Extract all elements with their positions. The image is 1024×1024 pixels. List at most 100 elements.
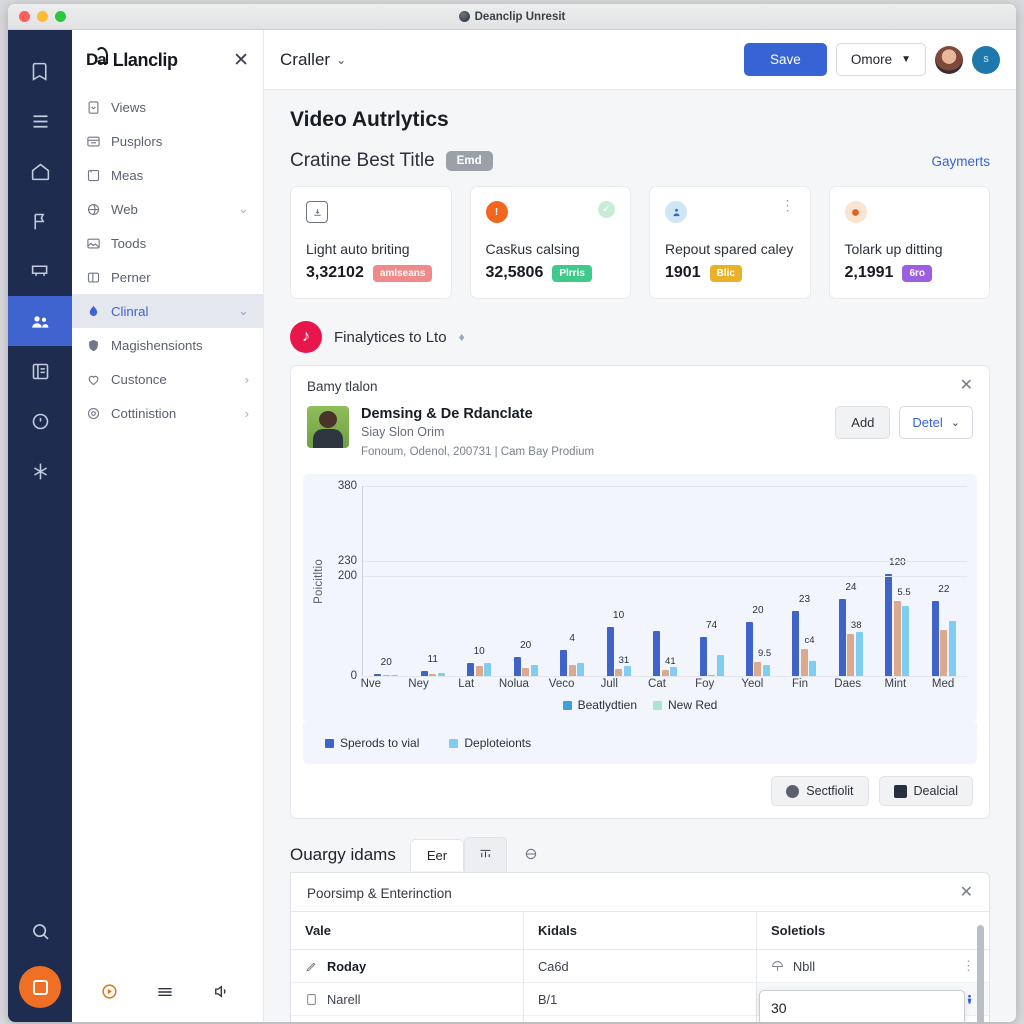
sectfiolit-button[interactable]: Sectfiolit: [771, 776, 869, 806]
chart-cluster[interactable]: 10: [456, 486, 502, 676]
add-button[interactable]: Add: [835, 406, 891, 439]
rail-item-cart[interactable]: [8, 246, 72, 296]
chart-cluster[interactable]: 74: [688, 486, 734, 676]
tab-eer[interactable]: Eer: [409, 838, 465, 871]
chevron-down-icon[interactable]: ⌄: [238, 201, 249, 217]
stat-card[interactable]: Light auto briting 3,32102 amlseans: [290, 186, 452, 299]
sidebar-item-views[interactable]: Views: [72, 90, 263, 124]
breadcrumb[interactable]: Craller ⌄: [280, 50, 346, 70]
kebab-menu-icon[interactable]: ⋮: [781, 198, 795, 213]
chart-bar[interactable]: [745, 622, 753, 676]
table-row[interactable]: Cancloedirt: [291, 1016, 523, 1022]
quantity-input[interactable]: 30: [759, 990, 965, 1022]
chart-bar[interactable]: [577, 663, 585, 676]
chart-bar[interactable]: [838, 598, 846, 676]
chart-bar[interactable]: [716, 655, 724, 676]
tab-globe[interactable]: [507, 838, 555, 872]
chart-bar[interactable]: [670, 667, 678, 676]
sidebar-item-meas[interactable]: Meas: [72, 158, 263, 192]
chevron-down-icon[interactable]: ⌄: [238, 303, 249, 319]
stat-card[interactable]: ! ✓ Cask̄us calsing 32,5806 Plrris: [469, 186, 631, 299]
table-row[interactable]: Ca6d: [524, 950, 756, 983]
sidebar-item-pusplors[interactable]: Pusplors: [72, 124, 263, 158]
page-scroll[interactable]: Video Autrlytics Cratine Best Title Emd …: [264, 90, 1016, 1022]
sidebar-item-web[interactable]: Web ⌄: [72, 192, 263, 226]
rail-item-list[interactable]: [8, 96, 72, 146]
more-dropdown-button[interactable]: Omore ▼: [835, 43, 926, 76]
chart-bar[interactable]: [606, 627, 614, 676]
table-row[interactable]: Narell: [291, 983, 523, 1016]
chart-bar[interactable]: [762, 665, 770, 676]
chart-bar[interactable]: [885, 573, 893, 676]
search-icon[interactable]: [8, 906, 72, 956]
chart-bar[interactable]: [948, 621, 956, 676]
gaymerts-link[interactable]: Gaymerts: [931, 154, 990, 169]
rail-item-clock[interactable]: [8, 396, 72, 446]
chart-bar[interactable]: [931, 601, 939, 676]
chart-bar[interactable]: [530, 665, 538, 676]
dealcial-button[interactable]: Dealcial: [878, 776, 973, 806]
chart-cluster[interactable]: 41: [642, 486, 688, 676]
table-row[interactable]: B/1: [524, 983, 756, 1016]
menu-lines-icon[interactable]: [155, 982, 175, 1005]
chart-cluster[interactable]: 20: [363, 486, 409, 676]
chart-bar[interactable]: [484, 662, 492, 676]
volume-icon[interactable]: [211, 982, 230, 1004]
close-icon[interactable]: ✕: [960, 885, 973, 901]
rail-item-flag[interactable]: [8, 196, 72, 246]
stat-card[interactable]: Tolark up ditting 2,1991 6ro: [828, 186, 990, 299]
table-row[interactable]: Roday: [291, 950, 523, 983]
sidebar-item-custonce[interactable]: Custonce ›: [72, 362, 263, 396]
rail-item-people[interactable]: [8, 296, 72, 346]
chart-bar[interactable]: [623, 666, 631, 676]
chart-bar[interactable]: [560, 650, 568, 676]
chart-legend-item[interactable]: New Red: [653, 698, 717, 712]
chart-cluster[interactable]: 20: [502, 486, 548, 676]
sidebar-item-cottinistion[interactable]: Cottinistion ›: [72, 396, 263, 430]
avatar[interactable]: [935, 45, 963, 74]
chart-bar[interactable]: [522, 668, 530, 676]
play-ring-icon[interactable]: [100, 982, 119, 1004]
chevron-right-icon[interactable]: ›: [245, 406, 249, 421]
table-scrollbar[interactable]: [977, 925, 984, 1022]
sidebar-item-magishensionts[interactable]: Magishensionts: [72, 328, 263, 362]
chart-bar[interactable]: [792, 611, 800, 676]
rail-item-book[interactable]: [8, 46, 72, 96]
chart-bar[interactable]: [754, 662, 762, 676]
chart-cluster[interactable]: 10 31: [595, 486, 641, 676]
table-row[interactable]: Funtinttors: [524, 1016, 756, 1022]
chart-cluster[interactable]: 22: [921, 486, 967, 676]
sidebar-item-toods[interactable]: Toods: [72, 226, 263, 260]
chart-bar[interactable]: [615, 669, 623, 676]
chart-bar[interactable]: [568, 665, 576, 676]
chart-cluster[interactable]: 4: [549, 486, 595, 676]
chart-bar[interactable]: [699, 637, 707, 676]
rail-item-tools[interactable]: [8, 446, 72, 496]
chart-bar[interactable]: [467, 662, 475, 676]
rail-item-home[interactable]: [8, 146, 72, 196]
table-row[interactable]: Nbll ⋮: [757, 950, 989, 983]
chevron-right-icon[interactable]: ›: [245, 372, 249, 387]
close-icon[interactable]: ✕: [233, 51, 249, 70]
chart-legend-item[interactable]: Deploteionts: [449, 736, 531, 750]
chart-bar[interactable]: [855, 632, 863, 676]
chart-legend-item[interactable]: Sperods to vial: [325, 736, 419, 750]
chart-cluster[interactable]: 11: [409, 486, 455, 676]
chart-bar[interactable]: [902, 606, 910, 676]
chevron-down-icon[interactable]: ⌄: [336, 53, 346, 67]
detail-dropdown-button[interactable]: Detel ⌄: [899, 406, 973, 439]
person-icon[interactable]: [964, 993, 975, 1006]
chart-cluster[interactable]: 120 5.5: [874, 486, 920, 676]
app-launcher-icon[interactable]: [19, 966, 61, 1008]
rail-item-report[interactable]: [8, 346, 72, 396]
sidebar-item-perner[interactable]: Perner: [72, 260, 263, 294]
chart-bar[interactable]: [513, 657, 521, 676]
tab-chart[interactable]: [464, 837, 508, 872]
close-icon[interactable]: ✕: [960, 378, 973, 394]
chart-bar[interactable]: [847, 633, 855, 676]
chart-bar[interactable]: [893, 601, 901, 676]
chart-bar[interactable]: [653, 631, 661, 676]
chart-bar[interactable]: [800, 648, 808, 676]
account-avatar[interactable]: S: [972, 45, 1000, 74]
chart-legend-item[interactable]: Beatlydtien: [562, 698, 637, 712]
